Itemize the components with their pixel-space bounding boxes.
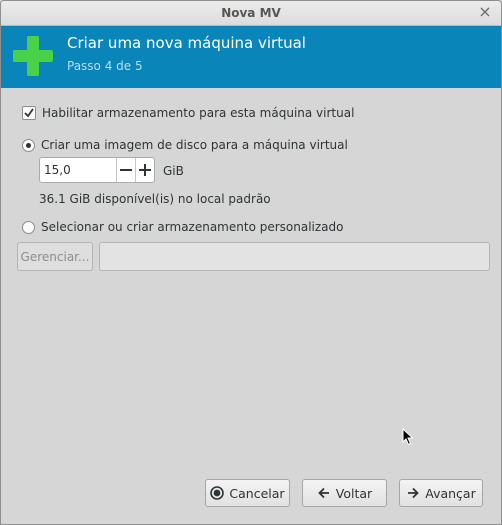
dialog-window: Nova MV × Criar uma nova máquina virtual…: [0, 0, 502, 525]
available-space: 36.1 GiB disponível(is) no local padrão: [39, 192, 271, 206]
cancel-icon: [210, 486, 225, 500]
wizard-header: Criar uma nova máquina virtual Passo 4 d…: [1, 26, 501, 88]
increment-button[interactable]: [135, 158, 154, 182]
window-title: Nova MV: [221, 6, 281, 20]
forward-label: Avançar: [425, 485, 476, 501]
checkmark-icon: [24, 108, 34, 118]
minus-icon: [120, 169, 132, 171]
custom-storage-radio[interactable]: [22, 220, 35, 234]
enable-storage-label: Habilitar armazenamento para esta máquin…: [42, 106, 355, 120]
plus-small-icon: [139, 164, 151, 176]
custom-storage-row[interactable]: Selecionar ou criar armazenamento person…: [22, 220, 344, 234]
forward-button[interactable]: Avançar: [399, 479, 483, 507]
decrement-button[interactable]: [116, 158, 135, 182]
arrow-right-icon: [408, 487, 420, 499]
back-label: Voltar: [335, 485, 373, 501]
plus-icon: [13, 36, 53, 76]
titlebar: Nova MV ×: [1, 1, 501, 26]
wizard-title: Criar uma nova máquina virtual: [67, 34, 306, 52]
enable-storage-checkbox[interactable]: [22, 106, 36, 120]
cancel-label: Cancelar: [229, 485, 285, 501]
back-button[interactable]: Voltar: [302, 479, 387, 507]
wizard-step: Passo 4 de 5: [67, 59, 143, 73]
size-unit: GiB: [163, 164, 184, 178]
close-icon[interactable]: ×: [477, 4, 493, 20]
create-disk-radio[interactable]: [22, 138, 35, 152]
manage-button[interactable]: Gerenciar...: [17, 242, 93, 271]
create-disk-label: Criar uma imagem de disco para a máquina…: [41, 138, 348, 152]
storage-path-field[interactable]: [99, 242, 490, 271]
mouse-cursor-icon: [402, 428, 414, 446]
disk-size-stepper[interactable]: [39, 157, 155, 183]
cancel-button[interactable]: Cancelar: [205, 479, 290, 507]
enable-storage-row[interactable]: Habilitar armazenamento para esta máquin…: [22, 106, 354, 120]
arrow-left-icon: [318, 487, 329, 499]
create-disk-row[interactable]: Criar uma imagem de disco para a máquina…: [22, 138, 348, 152]
custom-storage-label: Selecionar ou criar armazenamento person…: [41, 220, 344, 234]
disk-size-input[interactable]: [40, 158, 116, 182]
